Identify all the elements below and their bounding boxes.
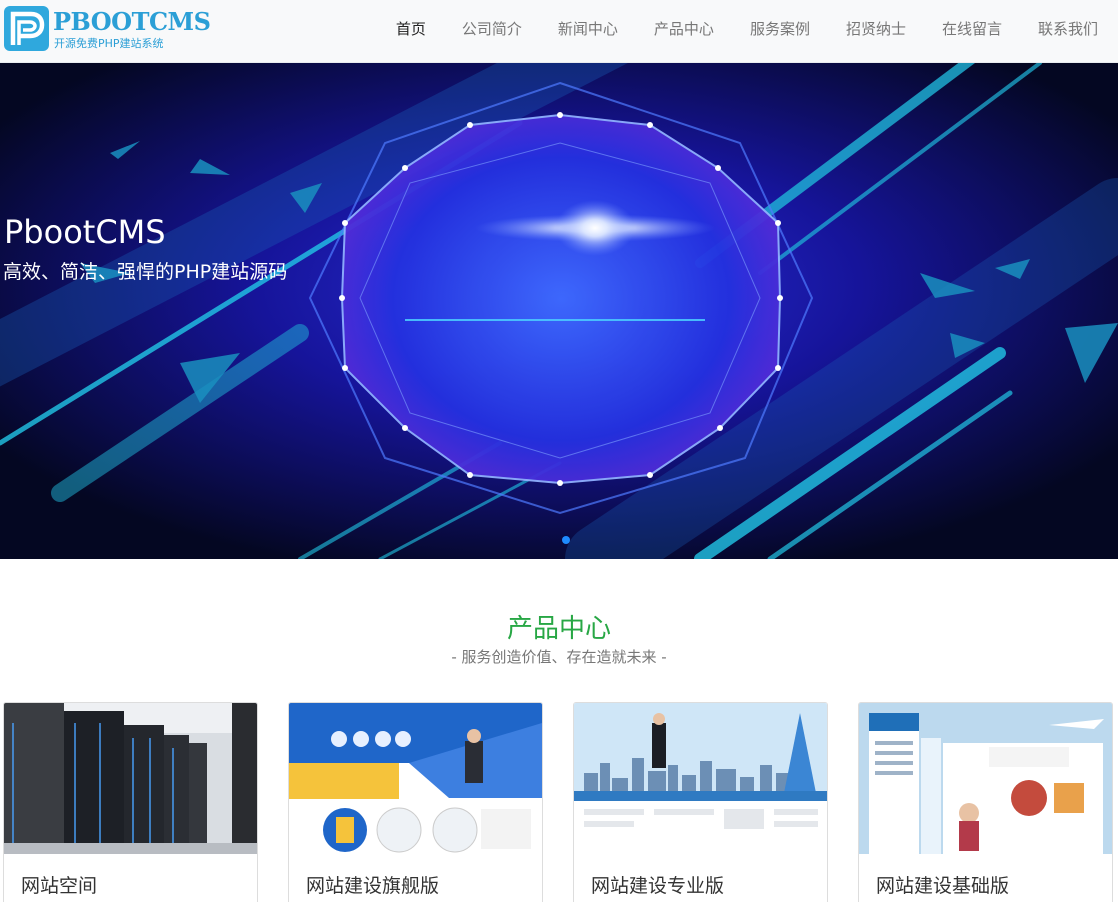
banner-artwork <box>0 63 1118 559</box>
site-logo[interactable]: PBOOTCMS 开源免费PHP建站系统 <box>4 6 211 52</box>
nav-item-home[interactable]: 首页 <box>384 18 438 39</box>
nav-item-cases[interactable]: 服务案例 <box>738 18 822 39</box>
nav-item-about[interactable]: 公司简介 <box>450 18 534 39</box>
product-name: 网站建设基础版 <box>876 875 1010 897</box>
product-card[interactable]: 网站建设专业版 <box>573 702 828 902</box>
nav-item-products[interactable]: 产品中心 <box>642 18 726 39</box>
product-name: 网站建设旗舰版 <box>306 875 440 897</box>
product-image <box>859 703 1112 854</box>
section-title: 产品中心 <box>506 614 611 644</box>
hero-banner[interactable]: PbootCMS 高效、简洁、强悍的PHP建站源码 <box>0 63 1118 559</box>
nav-item-jobs[interactable]: 招贤纳士 <box>834 18 918 39</box>
product-name: 网站空间 <box>21 875 98 897</box>
product-name: 网站建设专业版 <box>591 875 725 897</box>
product-card[interactable]: 网站建设旗舰版 <box>288 702 543 902</box>
carousel-indicator[interactable] <box>562 536 570 544</box>
top-navbar: PBOOTCMS 开源免费PHP建站系统 首页 公司简介 新闻中心 产品中心 服… <box>0 0 1118 63</box>
logo-title: PBOOTCMS <box>53 7 211 36</box>
product-image <box>574 703 827 854</box>
nav-item-news[interactable]: 新闻中心 <box>546 18 630 39</box>
section-subtitle: - 服务创造价值、存在造就未来 - <box>451 648 667 666</box>
main-nav: 首页 公司简介 新闻中心 产品中心 服务案例 招贤纳士 在线留言 联系我们 <box>372 0 1110 56</box>
nav-item-contact[interactable]: 联系我们 <box>1026 18 1110 39</box>
product-image <box>4 703 257 854</box>
logo-subtitle: 开源免费PHP建站系统 <box>54 37 164 50</box>
product-image <box>289 703 542 854</box>
nav-item-message[interactable]: 在线留言 <box>930 18 1014 39</box>
banner-subtitle: 高效、简洁、强悍的PHP建站源码 <box>3 261 288 283</box>
logo-p-icon <box>4 6 49 51</box>
product-card[interactable]: 网站建设基础版 <box>858 702 1113 902</box>
banner-title: PbootCMS <box>4 213 166 251</box>
product-card[interactable]: 网站空间 <box>3 702 258 902</box>
